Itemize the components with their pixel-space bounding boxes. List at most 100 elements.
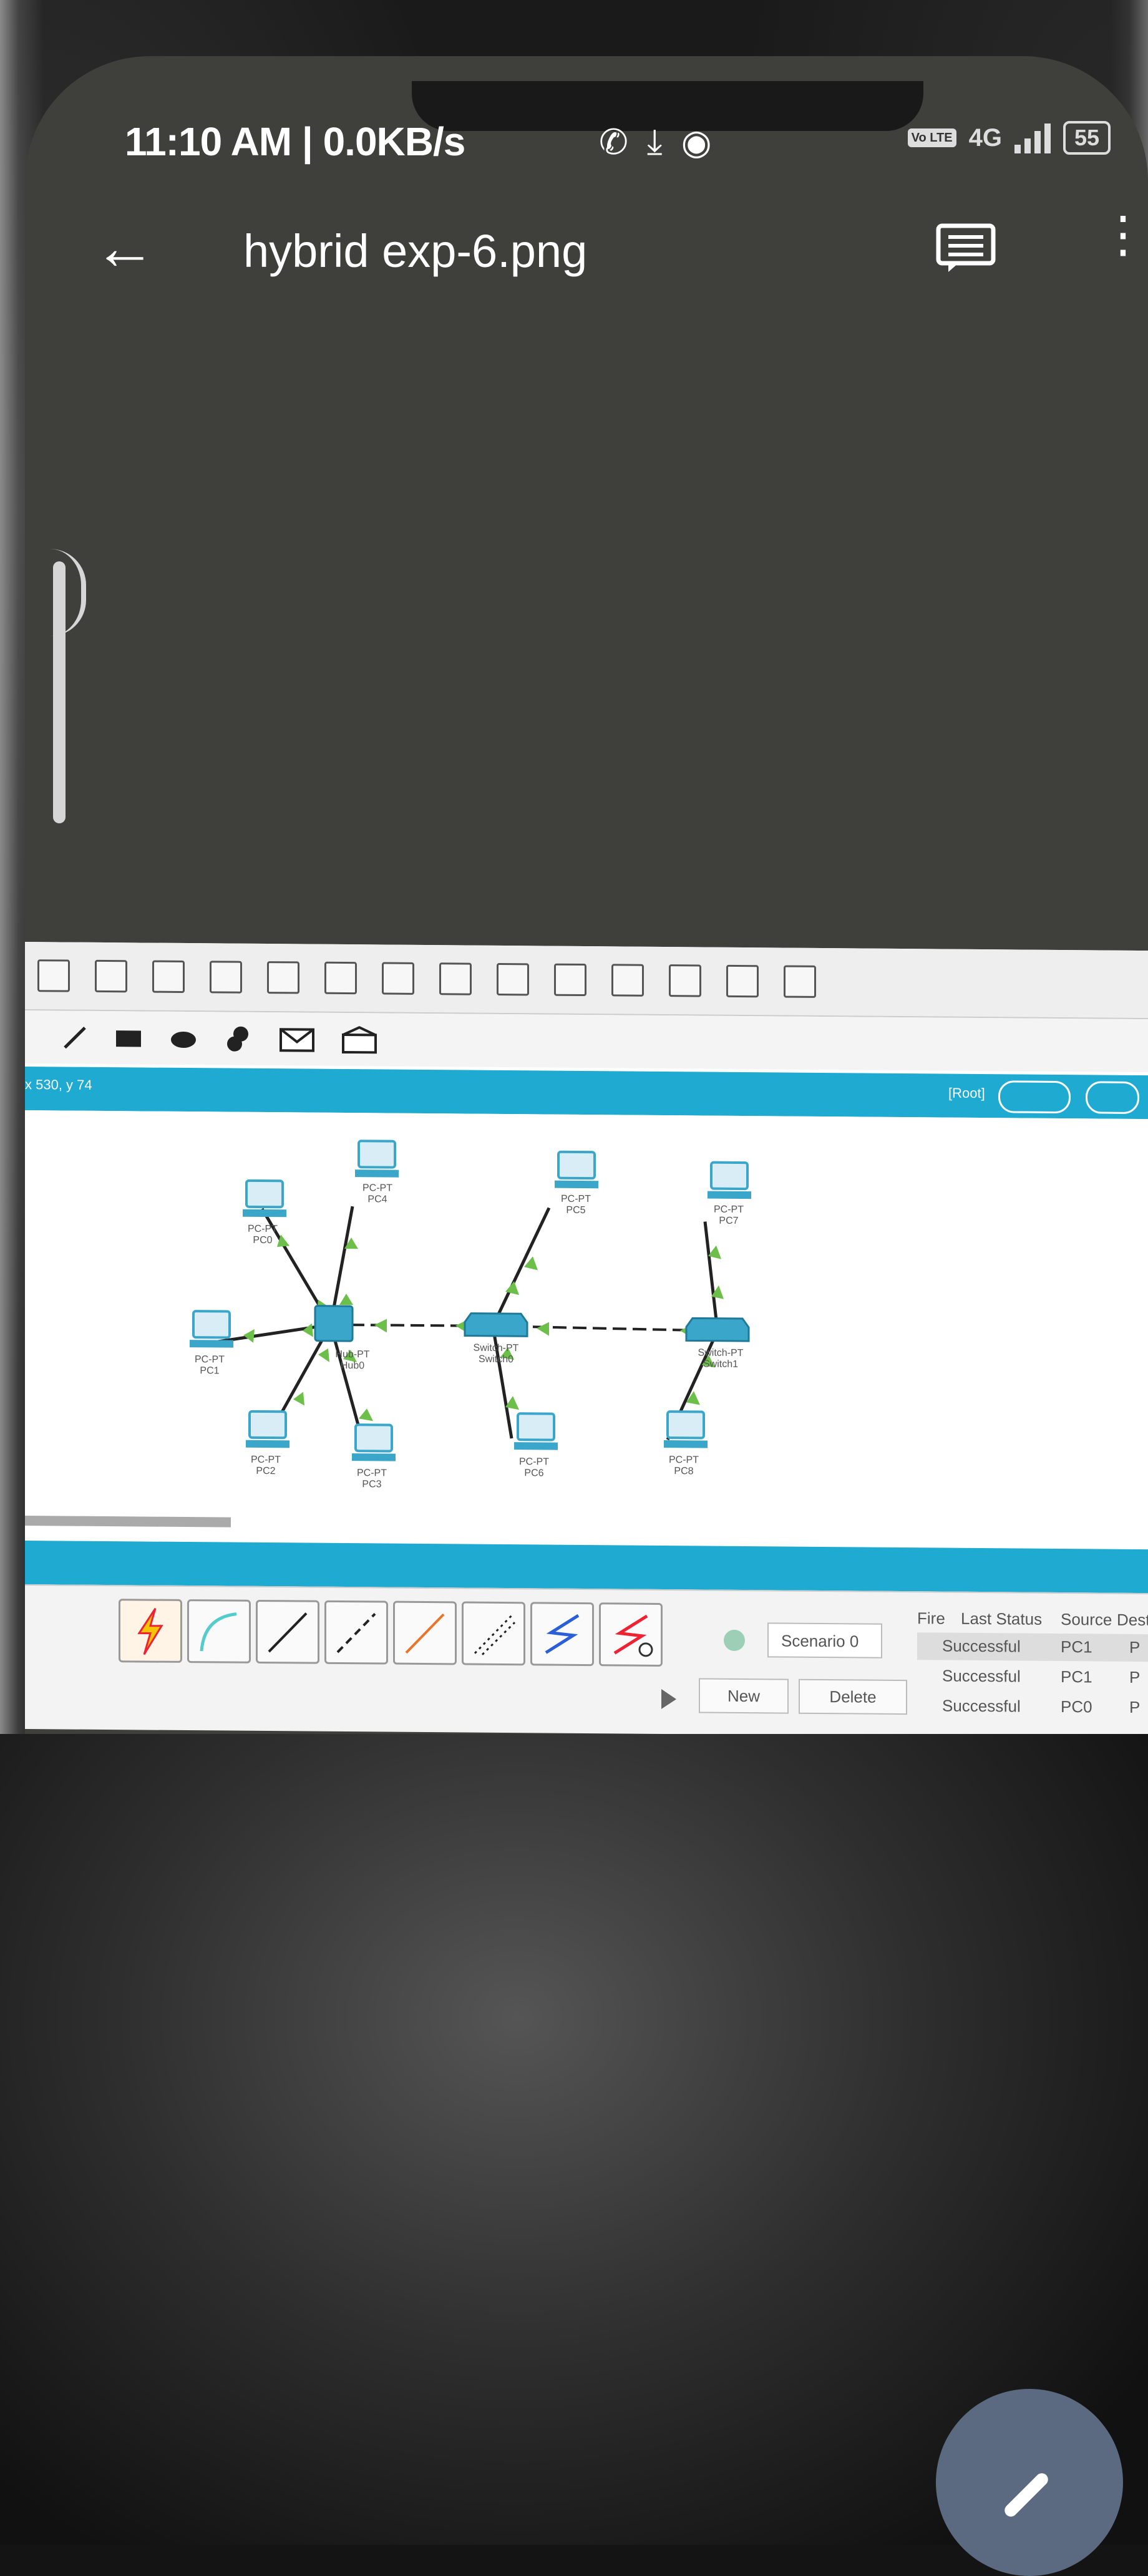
device-and-pdu-panel: Scenario 0 New Delete Fire Last Status S… xyxy=(25,1584,1148,1738)
status-time-group: 11:10 AM | 0.0KB/s xyxy=(125,119,465,165)
fiber-cable-icon[interactable] xyxy=(393,1600,457,1665)
serial-dte-cable-icon[interactable] xyxy=(599,1602,663,1667)
line-tool-icon[interactable] xyxy=(62,1025,87,1050)
pdu-source: PC1 xyxy=(1061,1667,1092,1687)
open-email-icon[interactable] xyxy=(342,1025,377,1053)
toolbar-icon[interactable] xyxy=(210,961,242,994)
toolbar-icon[interactable] xyxy=(95,959,127,993)
pc-type-label: PC-PT xyxy=(248,1224,278,1234)
freeform-tool-icon[interactable] xyxy=(225,1025,252,1052)
auto-connection-icon[interactable] xyxy=(119,1599,182,1663)
pc-node[interactable]: PC-PT PC1 xyxy=(190,1310,233,1377)
pdu-status: Successful xyxy=(942,1636,1021,1656)
toolbar-icon[interactable] xyxy=(554,963,586,997)
horizontal-scrollbar[interactable] xyxy=(25,1516,231,1528)
whatsapp-muted-icon: ✆ xyxy=(599,122,628,162)
cursor-coordinates: x 530, y 74 xyxy=(25,1077,92,1093)
pdu-status: Successful xyxy=(942,1696,1021,1716)
toolbar-icon[interactable] xyxy=(324,961,357,995)
pdu-row[interactable]: Successful PC0 P xyxy=(917,1692,1148,1721)
toolbar-icon[interactable] xyxy=(37,959,70,992)
pc-name-label: PC5 xyxy=(566,1205,585,1216)
header-source: Source xyxy=(1061,1610,1112,1629)
toolbar-icon[interactable] xyxy=(267,961,299,994)
pc-node[interactable]: PC-PT PC4 xyxy=(355,1140,399,1205)
pc-type-label: PC-PT xyxy=(519,1456,549,1467)
hub-name-label: Hub0 xyxy=(341,1360,364,1371)
phone-cable-icon[interactable] xyxy=(462,1601,525,1666)
file-title: hybrid exp-6.png xyxy=(243,225,588,277)
toolbar-icon[interactable] xyxy=(669,964,701,997)
pdu-table-header: Fire Last Status Source Destin xyxy=(917,1605,1148,1634)
pc-type-label: PC-PT xyxy=(714,1204,744,1215)
switch-name-label: Switch1 xyxy=(703,1359,738,1370)
toolbar-icon[interactable] xyxy=(784,965,816,998)
download-icon: ⤓ xyxy=(646,122,663,161)
notification-dot-icon: ◉ xyxy=(681,122,712,162)
hub-type-label: Hub-PT xyxy=(335,1349,369,1360)
header-fire: Fire xyxy=(917,1609,945,1628)
console-cable-icon[interactable] xyxy=(187,1599,251,1663)
main-toolbar xyxy=(25,942,1148,1020)
more-options-icon[interactable]: ⋮ xyxy=(1098,210,1148,259)
pc-type-label: PC-PT xyxy=(195,1354,225,1365)
pc-node[interactable]: PC-PT PC2 xyxy=(246,1410,289,1477)
network-type: 4G xyxy=(968,123,1002,152)
cloud-button[interactable] xyxy=(1086,1081,1139,1115)
pc-type-label: PC-PT xyxy=(251,1455,281,1465)
pdu-row[interactable]: Successful PC1 P xyxy=(917,1632,1148,1662)
pdu-row[interactable]: Successful PC1 P xyxy=(917,1662,1148,1692)
pc-node[interactable]: PC-PT PC5 xyxy=(555,1150,598,1216)
pdu-source: PC0 xyxy=(1061,1697,1092,1717)
volte-icon: Vo LTE xyxy=(907,128,956,147)
switch-node[interactable]: Switch-PT Switch1 xyxy=(685,1317,750,1370)
toolbar-icon[interactable] xyxy=(152,960,185,994)
back-button[interactable] xyxy=(998,1080,1071,1114)
pc-node[interactable]: PC-PT PC7 xyxy=(708,1161,751,1227)
pc-name-label: PC4 xyxy=(367,1194,387,1204)
serial-dce-cable-icon[interactable] xyxy=(530,1602,594,1667)
ellipse-tool-icon[interactable] xyxy=(170,1025,197,1050)
header-destination: Destin xyxy=(1117,1610,1148,1630)
zoom-out-icon[interactable] xyxy=(497,962,529,996)
status-right: Vo LTE 4G 55 xyxy=(907,121,1111,155)
pc-node[interactable]: PC-PT PC3 xyxy=(352,1423,396,1490)
scenario-select[interactable]: Scenario 0 xyxy=(767,1622,882,1658)
pdu-source: PC1 xyxy=(1061,1637,1092,1657)
pc-name-label: PC2 xyxy=(256,1466,275,1476)
back-arrow-icon[interactable]: ← xyxy=(94,212,156,284)
notification-icons: ✆ ⤓ ◉ xyxy=(599,121,712,163)
pc-type-label: PC-PT xyxy=(669,1455,699,1465)
scenario-status-icon xyxy=(724,1629,745,1652)
crossover-cable-icon[interactable] xyxy=(324,1600,388,1665)
pdu-list-table: Fire Last Status Source Destin Successfu… xyxy=(917,1605,1148,1717)
status-time: 11:10 AM xyxy=(125,119,292,164)
network-topology: PC-PT PC0 PC-PT PC1 PC-PT PC2 PC-PT PC3 … xyxy=(25,1110,1148,1519)
email-icon[interactable] xyxy=(280,1025,314,1053)
straight-through-cable-icon[interactable] xyxy=(256,1599,319,1664)
message-icon[interactable] xyxy=(936,223,996,273)
rectangle-tool-icon[interactable] xyxy=(115,1025,142,1050)
switch-type-label: Switch-PT xyxy=(474,1343,519,1354)
switch-type-label: Switch-PT xyxy=(698,1347,744,1358)
zoom-in-icon[interactable] xyxy=(382,962,414,995)
pc-node[interactable]: PC-PT PC8 xyxy=(664,1410,708,1477)
expand-arrow-icon[interactable] xyxy=(661,1689,676,1710)
toolbar-icon[interactable] xyxy=(611,964,644,997)
pc-type-label: PC-PT xyxy=(561,1194,591,1204)
pc-name-label: PC8 xyxy=(674,1466,693,1476)
delete-scenario-button[interactable]: Delete xyxy=(799,1678,907,1715)
battery-icon: 55 xyxy=(1063,121,1111,155)
root-label: [Root] xyxy=(948,1085,985,1102)
pdu-destination: P xyxy=(1129,1637,1141,1657)
side-panel-handle[interactable] xyxy=(53,561,66,823)
scenario-label: Scenario 0 xyxy=(781,1631,859,1651)
toolbar-icon[interactable] xyxy=(726,964,759,998)
zoom-reset-icon[interactable] xyxy=(439,962,472,995)
pdu-destination: P xyxy=(1129,1667,1141,1687)
new-scenario-button[interactable]: New xyxy=(699,1678,789,1714)
status-separator: | xyxy=(301,119,313,164)
pc-type-label: PC-PT xyxy=(357,1468,387,1478)
hub-node[interactable]: Hub-PT Hub0 xyxy=(314,1305,370,1372)
pc-node[interactable]: PC-PT PC6 xyxy=(514,1412,558,1479)
